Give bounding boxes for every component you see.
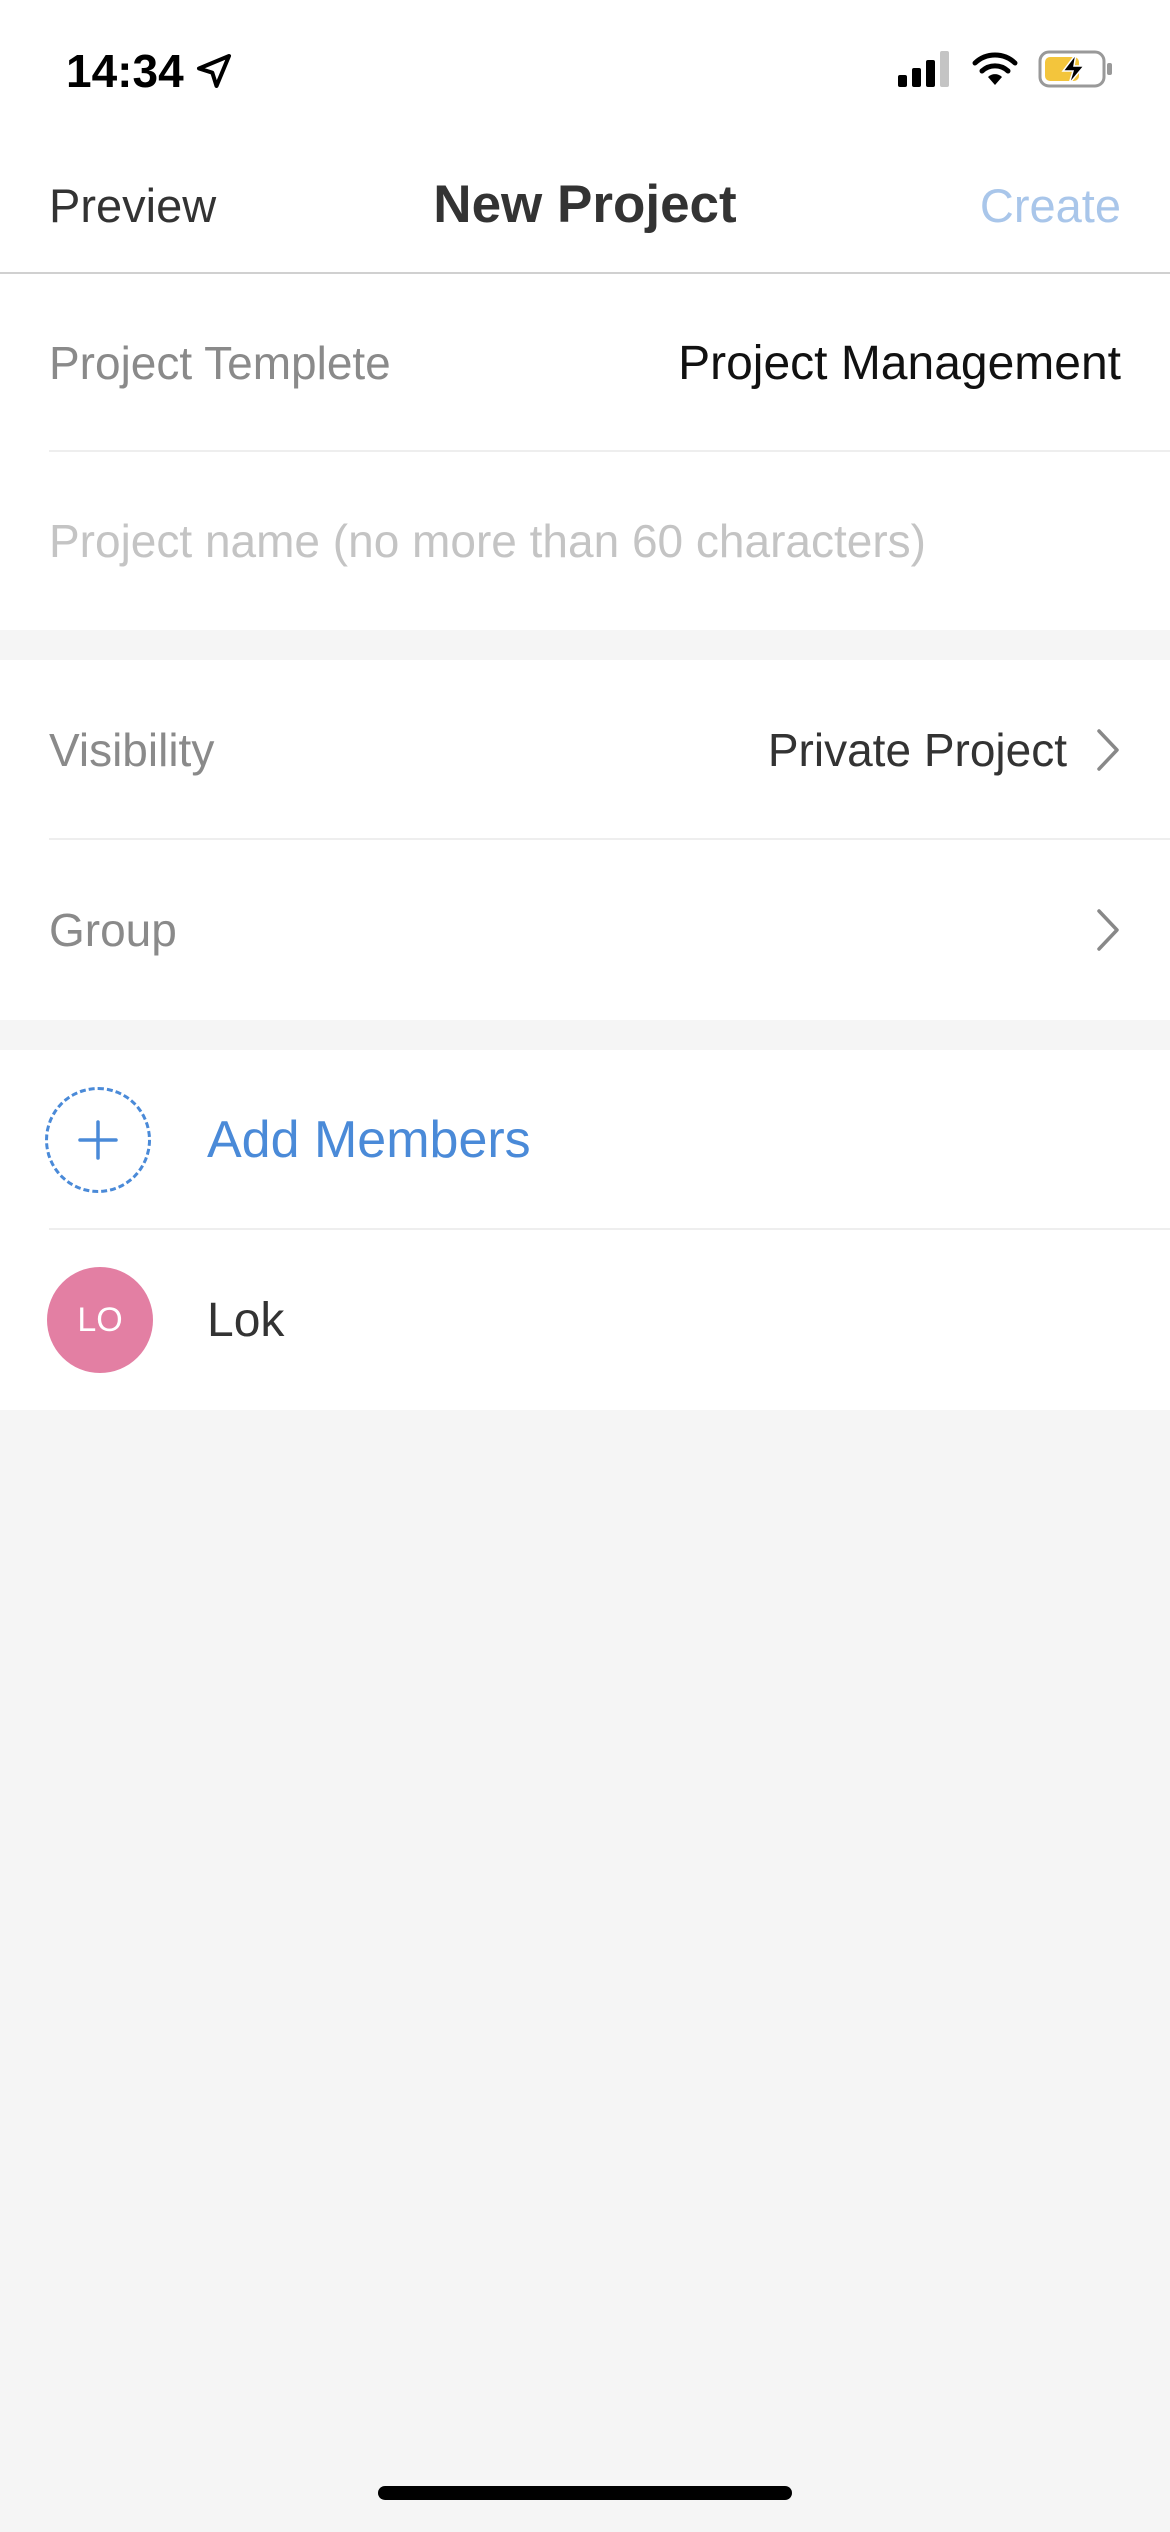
- new-project-screen: 14:34 Preview New Project Create Project…: [0, 0, 1170, 2532]
- battery-charging-icon: [1038, 50, 1112, 88]
- add-member-circle[interactable]: [45, 1087, 151, 1193]
- wifi-icon: [972, 52, 1018, 85]
- plus-icon: [78, 1120, 118, 1160]
- add-members-row[interactable]: Add Members: [0, 1050, 1170, 1230]
- visibility-row[interactable]: Visibility Private Project: [0, 660, 1170, 840]
- project-name-field[interactable]: Project name (no more than 60 characters…: [0, 452, 1170, 630]
- project-template-label: Project Templete: [49, 337, 391, 389]
- status-icons: [898, 50, 1114, 88]
- chevron-right-icon: [1097, 909, 1119, 951]
- project-template-row[interactable]: Project Templete Project Management: [0, 274, 1170, 452]
- members-section: Add Members LO Lok: [0, 1050, 1170, 1410]
- settings-section: Visibility Private Project Group: [0, 660, 1170, 1020]
- navigation-bar: Preview New Project Create: [0, 140, 1170, 274]
- status-bar: 14:34: [0, 0, 1170, 140]
- create-button[interactable]: Create: [980, 178, 1121, 233]
- signal-icon: [898, 51, 949, 87]
- member-name: Lok: [207, 1293, 285, 1347]
- status-time: 14:34: [66, 45, 184, 97]
- status-time-group: 14:34: [66, 44, 234, 98]
- project-info-section: Project Templete Project Management Proj…: [0, 274, 1170, 630]
- chevron-right-icon: [1097, 729, 1119, 771]
- avatar: LO: [47, 1267, 153, 1373]
- visibility-label: Visibility: [49, 724, 215, 776]
- visibility-value: Private Project: [767, 724, 1067, 776]
- project-name-placeholder: Project name (no more than 60 characters…: [49, 515, 926, 567]
- group-label: Group: [49, 904, 177, 956]
- project-template-value: Project Management: [678, 336, 1121, 390]
- member-list-item[interactable]: LO Lok: [0, 1230, 1170, 1410]
- add-members-label: Add Members: [207, 1111, 531, 1169]
- home-indicator: [378, 2486, 792, 2500]
- location-arrow-icon: [196, 54, 231, 88]
- group-row[interactable]: Group: [0, 840, 1170, 1020]
